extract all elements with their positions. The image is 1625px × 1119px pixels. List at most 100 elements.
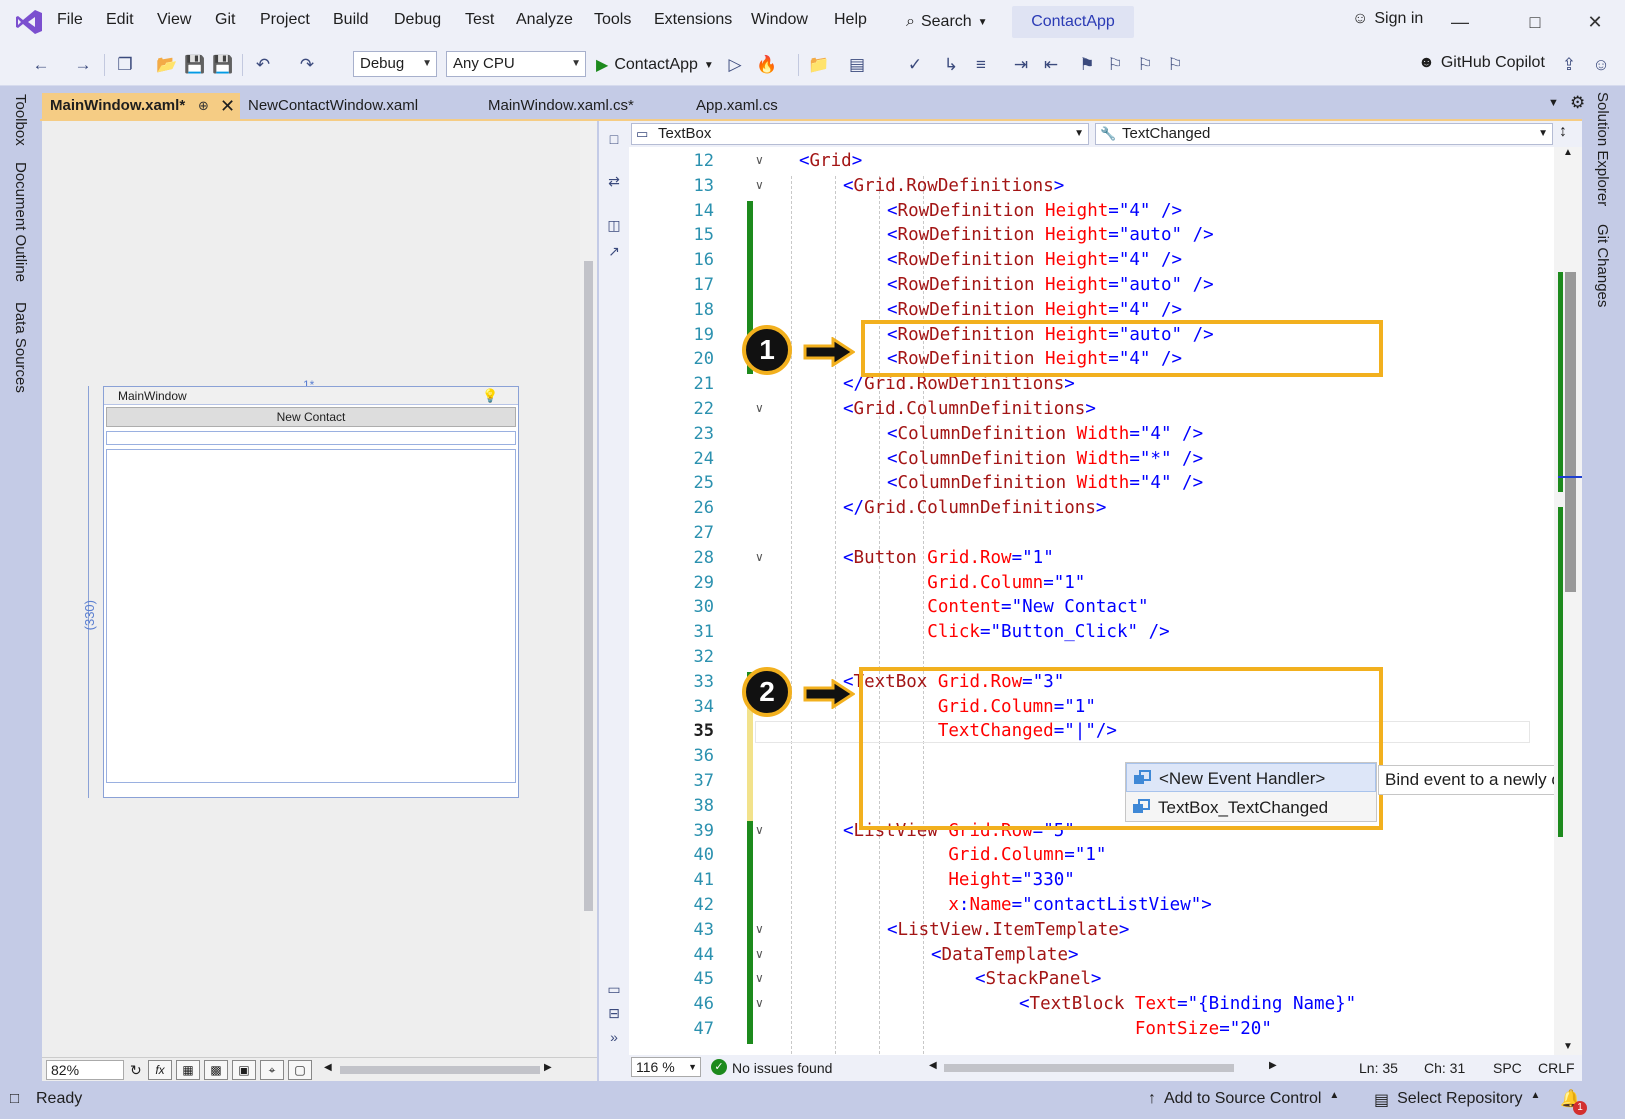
expand-pane-icon[interactable]: □ <box>605 131 623 149</box>
collapse-chevron-icon[interactable]: ∨ <box>755 401 764 415</box>
scroll-up-icon[interactable]: ▲ <box>1563 147 1573 158</box>
preview-listview[interactable] <box>106 449 516 783</box>
select-repository-button[interactable]: ▤ Select Repository ▲ <box>1374 1090 1540 1110</box>
comment-icon[interactable]: ≡ <box>970 54 992 76</box>
code-line[interactable]: <RowDefinition Height="4" /> <box>887 201 1182 221</box>
preview-new-contact-button[interactable]: New Contact <box>106 407 516 427</box>
whitespace-status[interactable]: SPC <box>1493 1060 1522 1076</box>
code-line[interactable]: <ColumnDefinition Width="*" /> <box>887 449 1203 469</box>
feedback-icon[interactable]: ☺ <box>1590 54 1612 76</box>
code-line[interactable]: Content="New Contact" <box>843 597 1148 617</box>
solution-explorer-tab[interactable]: Solution Explorer <box>1594 92 1611 206</box>
menu-tools[interactable]: Tools <box>594 11 631 29</box>
collapse-chevron-icon[interactable]: ∨ <box>755 922 764 936</box>
code-line[interactable]: <RowDefinition Height="4" /> <box>887 250 1182 270</box>
document-outline-tab[interactable]: Document Outline <box>12 162 29 282</box>
issues-status[interactable]: No issues found <box>732 1060 832 1076</box>
folder-view-icon[interactable]: 📁 <box>808 54 830 76</box>
menu-build[interactable]: Build <box>333 11 369 29</box>
collapse-chevron-icon[interactable]: ∨ <box>755 178 764 192</box>
bookmark-icon[interactable]: ⚑ <box>1076 54 1098 76</box>
scroll-down-icon[interactable]: ▼ <box>1563 1041 1573 1052</box>
line-ending-status[interactable]: CRLF <box>1538 1060 1575 1076</box>
code-line[interactable]: <ListView.ItemTemplate> <box>887 920 1129 940</box>
undo-icon[interactable]: ↶ <box>252 54 274 76</box>
code-line[interactable]: <Grid.ColumnDefinitions> <box>843 399 1096 419</box>
code-line[interactable]: Click="Button_Click" /> <box>843 622 1169 642</box>
code-line[interactable]: </Grid.ColumnDefinitions> <box>843 498 1106 518</box>
data-sources-tab[interactable]: Data Sources <box>12 302 29 393</box>
add-to-source-control-button[interactable]: ↑ Add to Source Control ▲ <box>1148 1090 1339 1108</box>
scroll-right-icon[interactable]: ▶ <box>544 1062 552 1073</box>
code-line[interactable]: Height="330" <box>843 870 1074 890</box>
grid-icon[interactable]: ▦ <box>176 1060 200 1080</box>
event-select[interactable]: 🔧 TextChanged ▼ <box>1095 123 1553 145</box>
menu-analyze[interactable]: Analyze <box>516 11 573 29</box>
start-without-debugging-icon[interactable]: ▷ <box>724 54 746 76</box>
code-line[interactable]: <Grid> <box>799 151 862 171</box>
tab-newcontactwindow-xaml[interactable]: NewContactWindow.xaml <box>240 93 504 119</box>
save-all-icon[interactable]: 💾 <box>212 54 234 76</box>
code-line[interactable]: <RowDefinition Height="auto" /> <box>887 225 1214 245</box>
tab-app-xaml-cs[interactable]: App.xaml.cs <box>688 93 848 119</box>
menu-window[interactable]: Window <box>751 11 808 29</box>
intellisense-item-new-event-handler[interactable]: <New Event Handler> <box>1126 763 1376 792</box>
code-line[interactable]: <ColumnDefinition Width="4" /> <box>887 424 1203 444</box>
snap-lines-icon[interactable]: ⌖ <box>260 1060 284 1080</box>
editor-horizontal-scrollbar[interactable] <box>944 1064 1234 1072</box>
code-line[interactable]: <Button Grid.Row="1" <box>843 548 1054 568</box>
tab-mainwindow-xaml-cs[interactable]: MainWindow.xaml.cs* <box>480 93 680 119</box>
code-line[interactable]: </Grid.RowDefinitions> <box>843 374 1075 394</box>
code-line[interactable]: <ColumnDefinition Width="4" /> <box>887 473 1203 493</box>
start-debugging-button[interactable]: ▶ ContactApp ▼ <box>596 52 714 78</box>
code-line[interactable]: <RowDefinition Height="4" /> <box>887 300 1182 320</box>
collapse-chevron-icon[interactable]: ∨ <box>755 550 764 564</box>
prev-bookmark-icon[interactable]: ⚐ <box>1104 54 1126 76</box>
search-box[interactable]: ⌕ Search ▼ <box>906 9 988 35</box>
code-line[interactable]: Grid.Column="1" <box>843 573 1085 593</box>
clear-bookmarks-icon[interactable]: ⚐ <box>1164 54 1186 76</box>
intellisense-item-textbox-textchanged[interactable]: TextBox_TextChanged <box>1126 793 1376 822</box>
menu-project[interactable]: Project <box>260 11 310 29</box>
effects-fx-icon[interactable]: fx <box>148 1060 172 1080</box>
platform-select[interactable]: Any CPU ▼ <box>446 51 586 77</box>
column-status[interactable]: Ch: 31 <box>1424 1060 1465 1076</box>
menu-edit[interactable]: Edit <box>106 11 134 29</box>
tab-mainwindow-xaml[interactable]: MainWindow.xaml* <box>42 93 240 119</box>
collapse-chevron-icon[interactable]: ∨ <box>755 947 764 961</box>
sign-in-button[interactable]: ☺ Sign in <box>1352 10 1423 28</box>
line-number-status[interactable]: Ln: 35 <box>1359 1060 1398 1076</box>
outdent-icon[interactable]: ⇤ <box>1040 54 1062 76</box>
designer-window-preview[interactable]: MainWindow New Contact <box>103 386 519 798</box>
toolbox-tab[interactable]: Toolbox <box>12 94 29 146</box>
editor-zoom-select[interactable]: 116 % ▼ <box>631 1057 701 1077</box>
menu-view[interactable]: View <box>157 11 191 29</box>
preview-textbox[interactable] <box>106 431 516 445</box>
menu-file[interactable]: File <box>57 11 83 29</box>
hot-reload-icon[interactable]: 🔥 <box>756 54 778 76</box>
lightbulb-icon[interactable]: 💡 <box>482 388 498 404</box>
designer-vertical-scrollbar[interactable] <box>580 121 597 1057</box>
scroll-left-icon[interactable]: ◀ <box>929 1060 937 1071</box>
popout-icon[interactable]: ↗ <box>605 243 623 261</box>
settings-gear-icon[interactable]: ⚙ <box>1570 93 1585 113</box>
code-line[interactable]: <TextBlock Text="{Binding Name}" <box>1019 994 1356 1014</box>
step-into-icon[interactable]: ↳ <box>940 54 962 76</box>
vertical-split-icon[interactable]: ◫ <box>605 217 623 235</box>
github-copilot-button[interactable]: ☻ GitHub Copilot <box>1418 54 1545 72</box>
minimize-button[interactable]: — <box>1440 8 1480 36</box>
code-line[interactable]: <StackPanel> <box>975 969 1101 989</box>
xaml-code-editor[interactable]: 12 ∨ <Grid> 13 ∨ <Grid.RowDefinitions> 14 <RowD… <box>629 147 1554 1055</box>
collapse-chevron-icon[interactable]: ∨ <box>755 996 764 1010</box>
menu-test[interactable]: Test <box>465 11 494 29</box>
share-icon[interactable]: ⇪ <box>1558 54 1580 76</box>
menu-help[interactable]: Help <box>834 11 867 29</box>
navigate-back-icon[interactable]: ← <box>30 54 52 76</box>
tab-overflow-icon[interactable]: ▼ <box>1548 97 1559 109</box>
maximize-button[interactable]: □ <box>1515 8 1555 36</box>
save-icon[interactable]: 💾 <box>184 54 206 76</box>
visual-studio-logo-icon[interactable] <box>14 8 44 36</box>
scrollbar-thumb[interactable] <box>584 261 593 911</box>
menu-extensions[interactable]: Extensions <box>654 11 732 29</box>
indent-icon[interactable]: ⇥ <box>1010 54 1032 76</box>
